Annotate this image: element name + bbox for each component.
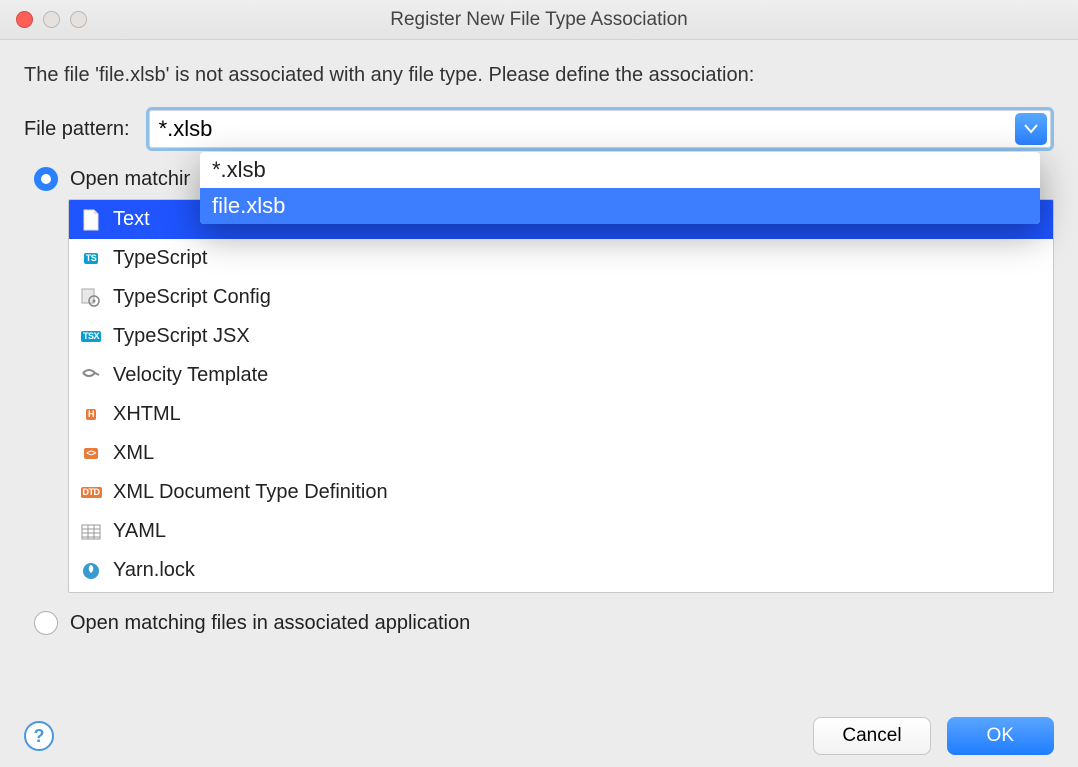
open-in-ide-radio[interactable]: [34, 167, 58, 191]
minimize-icon: [43, 11, 60, 28]
list-item-label: TypeScript Config: [113, 286, 271, 309]
list-item-label: XML Document Type Definition: [113, 481, 388, 504]
open-in-associated-radio[interactable]: [34, 611, 58, 635]
open-in-ide-label: Open matching files in: [70, 168, 190, 191]
list-item[interactable]: DTD XML Document Type Definition: [69, 473, 1053, 512]
list-item-label: XHTML: [113, 403, 181, 426]
list-item-label: YAML: [113, 520, 166, 543]
text-file-icon: [79, 208, 103, 232]
xhtml-icon: H: [79, 403, 103, 427]
list-item-label: XML: [113, 442, 154, 465]
chevron-down-icon: [1024, 124, 1038, 134]
file-pattern-dropdown[interactable]: *.xlsb file.xlsb: [200, 152, 1040, 224]
open-in-associated-label: Open matching files in associated applic…: [70, 612, 470, 635]
list-item-label: Text: [113, 208, 150, 231]
xml-icon: <>: [79, 442, 103, 466]
dtd-icon: DTD: [79, 481, 103, 505]
dropdown-item[interactable]: *.xlsb: [200, 152, 1040, 188]
dialog-message: The file 'file.xlsb' is not associated w…: [24, 64, 1054, 87]
list-item[interactable]: TSX TypeScript JSX: [69, 317, 1053, 356]
file-pattern-dropdown-button[interactable]: [1015, 113, 1047, 145]
window-title: Register New File Type Association: [390, 9, 687, 31]
file-pattern-label: File pattern:: [24, 118, 130, 141]
tsx-icon: TSX: [79, 325, 103, 349]
help-button[interactable]: ?: [24, 721, 54, 751]
open-in-associated-radio-row[interactable]: Open matching files in associated applic…: [34, 611, 1054, 635]
list-item[interactable]: TS TypeScript: [69, 239, 1053, 278]
ok-button[interactable]: OK: [947, 717, 1054, 755]
window-controls: [16, 11, 87, 28]
list-item[interactable]: Yarn.lock: [69, 551, 1053, 590]
list-item[interactable]: TypeScript Config: [69, 278, 1053, 317]
file-pattern-input[interactable]: [149, 110, 1015, 148]
list-item[interactable]: <> XML: [69, 434, 1053, 473]
maximize-icon: [70, 11, 87, 28]
yarn-icon: [79, 559, 103, 583]
tsconfig-icon: [79, 286, 103, 310]
file-pattern-combobox[interactable]: [146, 107, 1054, 151]
list-item[interactable]: H XHTML: [69, 395, 1053, 434]
velocity-icon: [79, 364, 103, 388]
yaml-icon: [79, 520, 103, 544]
list-item[interactable]: YAML: [69, 512, 1053, 551]
window-titlebar: Register New File Type Association: [0, 0, 1078, 40]
list-item-label: Yarn.lock: [113, 559, 195, 582]
file-type-list[interactable]: Text TS TypeScript TypeScript Config TSX…: [68, 199, 1054, 593]
list-item-label: TypeScript JSX: [113, 325, 250, 348]
list-item[interactable]: Velocity Template: [69, 356, 1053, 395]
typescript-icon: TS: [79, 247, 103, 271]
cancel-button[interactable]: Cancel: [813, 717, 930, 755]
list-item-label: Velocity Template: [113, 364, 268, 387]
close-icon[interactable]: [16, 11, 33, 28]
list-item-label: TypeScript: [113, 247, 207, 270]
dropdown-item[interactable]: file.xlsb: [200, 188, 1040, 224]
